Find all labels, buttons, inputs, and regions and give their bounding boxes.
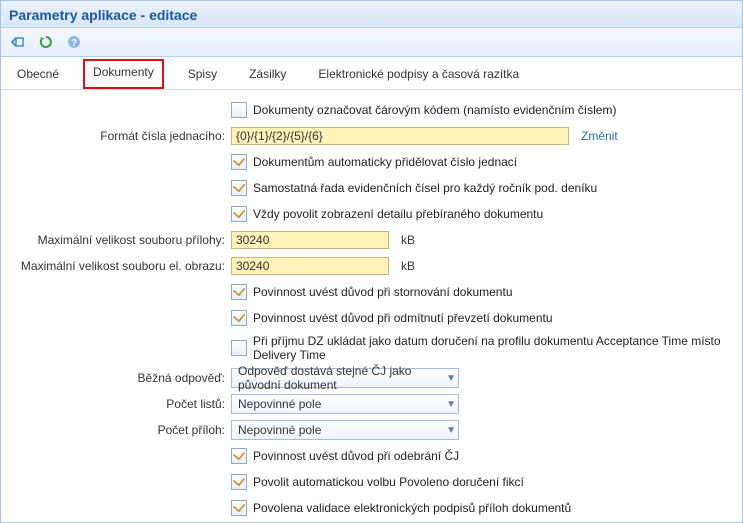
toolbar: ? bbox=[1, 28, 742, 57]
label-rada: Samostatná řada evidenčních čísel pro ka… bbox=[253, 181, 597, 195]
unit-obraz: kB bbox=[401, 259, 415, 273]
label-duvod-storno: Povinnost uvést důvod při stornování dok… bbox=[253, 285, 513, 299]
tab-content: Dokumenty označovat čárovým kódem (namís… bbox=[1, 90, 742, 523]
select-bezna-odpoved-value: Odpověď dostává stejné ČJ jako původní d… bbox=[238, 364, 446, 392]
chevron-down-icon: ▼ bbox=[446, 425, 456, 436]
back-exit-button[interactable] bbox=[7, 31, 29, 53]
label-barcode: Dokumenty označovat čárovým kódem (namís… bbox=[253, 103, 616, 117]
unit-priloha: kB bbox=[401, 233, 415, 247]
label-pocet-priloh: Počet příloh: bbox=[11, 423, 231, 437]
checkbox-detail[interactable] bbox=[231, 206, 247, 222]
tab-zasilky[interactable]: Zásilky bbox=[245, 65, 290, 83]
chevron-down-icon: ▼ bbox=[446, 399, 456, 410]
chevron-down-icon: ▼ bbox=[446, 373, 456, 384]
label-duvod-odmit: Povinnost uvést důvod při odmítnutí přev… bbox=[253, 311, 553, 325]
app-window: Parametry aplikace - editace ? Obecné Do… bbox=[0, 0, 743, 523]
label-auto-cj: Dokumentům automaticky přidělovat číslo … bbox=[253, 155, 517, 169]
label-validace: Povolena validace elektronických podpisů… bbox=[253, 501, 571, 515]
input-max-obraz[interactable] bbox=[231, 257, 389, 275]
tab-strip: Obecné Dokumenty Spisy Zásilky Elektroni… bbox=[1, 57, 742, 90]
select-pocet-priloh[interactable]: Nepovinné pole ▼ bbox=[231, 420, 459, 440]
label-auto-fikce: Povolit automatickou volbu Povoleno doru… bbox=[253, 475, 524, 489]
checkbox-duvod-storno[interactable] bbox=[231, 284, 247, 300]
label-format-cj: Formát čísla jednacího: bbox=[11, 129, 231, 143]
refresh-button[interactable] bbox=[35, 31, 57, 53]
label-dz-datum: Při příjmu DZ ukládat jako datum doručen… bbox=[253, 334, 732, 362]
checkbox-auto-cj[interactable] bbox=[231, 154, 247, 170]
select-pocet-listu-value: Nepovinné pole bbox=[238, 397, 321, 411]
checkbox-validace[interactable] bbox=[231, 500, 247, 516]
checkbox-dz-datum[interactable] bbox=[231, 340, 247, 356]
checkbox-duvod-odebrani[interactable] bbox=[231, 448, 247, 464]
checkbox-auto-fikce[interactable] bbox=[231, 474, 247, 490]
checkbox-barcode[interactable] bbox=[231, 102, 247, 118]
tab-dokumenty[interactable]: Dokumenty bbox=[83, 59, 164, 89]
select-bezna-odpoved[interactable]: Odpověď dostává stejné ČJ jako původní d… bbox=[231, 368, 459, 388]
label-duvod-odebrani: Povinnost uvést důvod při odebrání ČJ bbox=[253, 449, 459, 463]
help-button[interactable]: ? bbox=[63, 31, 85, 53]
checkbox-duvod-odmit[interactable] bbox=[231, 310, 247, 326]
svg-text:?: ? bbox=[71, 38, 77, 49]
label-pocet-listu: Počet listů: bbox=[11, 397, 231, 411]
checkbox-rada[interactable] bbox=[231, 180, 247, 196]
input-max-priloha[interactable] bbox=[231, 231, 389, 249]
label-detail: Vždy povolit zobrazení detailu přebírané… bbox=[253, 207, 543, 221]
select-pocet-priloh-value: Nepovinné pole bbox=[238, 423, 321, 437]
tab-spisy[interactable]: Spisy bbox=[184, 65, 221, 83]
select-pocet-listu[interactable]: Nepovinné pole ▼ bbox=[231, 394, 459, 414]
label-max-priloha: Maximální velikost souboru přílohy: bbox=[11, 233, 231, 247]
input-format-cj[interactable] bbox=[231, 127, 569, 145]
tab-podpisy[interactable]: Elektronické podpisy a časová razítka bbox=[314, 65, 523, 83]
window-title: Parametry aplikace - editace bbox=[1, 1, 742, 28]
tab-obecne[interactable]: Obecné bbox=[13, 65, 63, 83]
link-change-format[interactable]: Změnit bbox=[581, 129, 618, 143]
label-bezna-odpoved: Běžná odpověď: bbox=[11, 371, 231, 385]
label-max-obraz: Maximální velikost souboru el. obrazu: bbox=[11, 259, 231, 273]
